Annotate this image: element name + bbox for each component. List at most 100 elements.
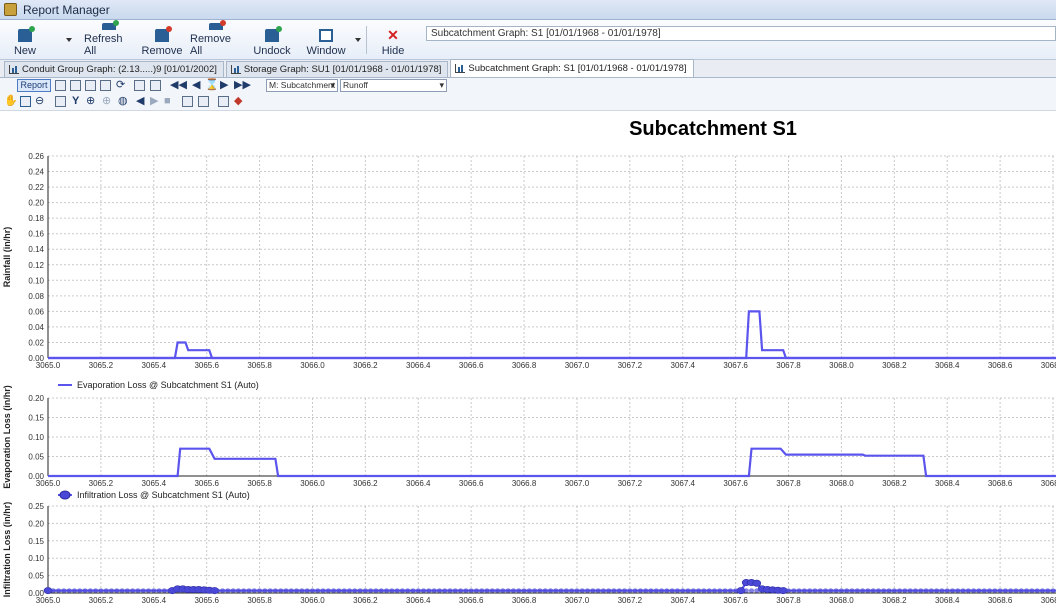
x-tick-label: 3065.8	[247, 596, 272, 605]
data-point	[701, 588, 707, 593]
next-record-icon[interactable]: ▶	[220, 80, 228, 91]
series-line	[48, 447, 1056, 478]
data-point	[225, 588, 231, 593]
y-axis-label: Infiltration Loss (in/hr)	[2, 502, 12, 598]
data-point	[172, 588, 178, 593]
data-point	[77, 588, 83, 593]
data-point	[399, 588, 405, 593]
data-point	[325, 588, 331, 593]
data-point	[537, 588, 543, 593]
undock-label: Undock	[253, 45, 291, 57]
x-tick-label: 3066.8	[512, 479, 537, 488]
y-axis-label: Evaporation Loss (in/hr)	[2, 385, 12, 489]
zoom-x-icon[interactable]	[55, 96, 66, 107]
zoom-in-icon[interactable]	[20, 96, 31, 107]
data-point	[495, 588, 501, 593]
data-point	[426, 588, 432, 593]
data-point	[907, 588, 913, 593]
refresh-icon[interactable]: ⟳	[116, 80, 125, 91]
hide-button[interactable]: ✕ Hide	[378, 23, 408, 57]
tab-conduit-group-graph[interactable]: Conduit Group Graph: (2.13.....)9 [01/01…	[4, 61, 224, 77]
data-point	[93, 588, 99, 593]
data-point	[521, 588, 527, 593]
x-tick-label: 3068.4	[935, 479, 960, 488]
remove-button[interactable]: Remove	[142, 23, 182, 57]
copy-icon[interactable]	[182, 96, 193, 107]
x-tick-label: 3068.4	[935, 596, 960, 605]
x-tick-label: 3066.2	[353, 479, 378, 488]
data-point	[590, 588, 596, 593]
x-tick-label: 3065.0	[36, 596, 61, 605]
properties-icon[interactable]	[218, 96, 229, 107]
report-tabs: Conduit Group Graph: (2.13.....)9 [01/01…	[0, 59, 1056, 78]
step-back-icon[interactable]: ◀	[136, 96, 144, 107]
x-tick-label: 3065.6	[194, 361, 219, 370]
data-point	[246, 588, 252, 593]
main-toolbar: New Refresh All Remove Remove All Undock…	[0, 20, 1056, 60]
save-icon[interactable]	[85, 80, 96, 91]
hide-icon: ✕	[387, 27, 399, 43]
data-point	[410, 588, 416, 593]
data-point	[752, 579, 762, 587]
refresh-all-button[interactable]: Refresh All	[84, 20, 134, 57]
graph-tab-icon	[230, 65, 241, 74]
email-icon[interactable]	[150, 80, 161, 91]
remove-all-button[interactable]: Remove All	[190, 20, 242, 57]
y-tick-label: 0.20	[28, 394, 44, 403]
first-record-icon[interactable]: ◀◀	[170, 80, 187, 91]
remove-icon	[155, 26, 172, 42]
result-type-combo[interactable]: Runoff	[340, 79, 447, 92]
new-button[interactable]: New	[10, 23, 40, 57]
model-combo[interactable]: M: Subcatchment S	[266, 79, 338, 92]
chart-title: Subcatchment S1	[629, 118, 797, 140]
data-point	[315, 588, 321, 593]
last-record-icon[interactable]: ▶▶	[234, 80, 251, 91]
data-point	[600, 588, 606, 593]
data-point	[992, 588, 998, 593]
chart-settings-icon[interactable]	[55, 80, 66, 91]
data-point	[320, 588, 326, 593]
window-button[interactable]: Window	[306, 23, 346, 57]
data-point	[770, 588, 776, 593]
zoom-y-icon[interactable]: Y	[72, 96, 79, 107]
data-point	[114, 588, 120, 593]
save-as-icon[interactable]	[100, 80, 111, 91]
report-selector[interactable]: Subcatchment Graph: S1 [01/01/1968 - 01/…	[426, 26, 1056, 41]
data-point	[1050, 588, 1056, 593]
report-button[interactable]: Report	[17, 79, 51, 92]
pan-hand-icon[interactable]: ✋	[4, 96, 18, 107]
new-dropdown-arrow-icon[interactable]	[66, 38, 72, 42]
window-dropdown-arrow-icon[interactable]	[355, 38, 361, 42]
x-tick-label: 3065.6	[194, 479, 219, 488]
copy-chart-icon[interactable]	[70, 80, 81, 91]
data-point	[664, 588, 670, 593]
zoom-previous-icon[interactable]: ⊕	[102, 96, 111, 107]
x-tick-label: 3066.4	[406, 596, 431, 605]
y-tick-label: 0.15	[28, 414, 44, 423]
globe-icon[interactable]: ◍	[118, 96, 128, 107]
legend-marker	[59, 490, 71, 500]
export-icon[interactable]	[134, 80, 145, 91]
data-point	[928, 588, 934, 593]
time-slider-icon[interactable]: ⌛	[205, 80, 219, 91]
play-icon[interactable]: ▶	[150, 96, 158, 107]
zoom-out-icon[interactable]: ⊖	[35, 96, 44, 107]
data-point	[870, 588, 876, 593]
print-icon[interactable]	[198, 96, 209, 107]
eraser-icon[interactable]: ◆	[234, 96, 242, 107]
data-point	[262, 588, 268, 593]
data-point	[193, 588, 199, 593]
previous-record-icon[interactable]: ◀	[192, 80, 200, 91]
data-point	[838, 588, 845, 593]
tab-storage-graph[interactable]: Storage Graph: SU1 [01/01/1968 - 01/01/1…	[225, 61, 449, 77]
data-point	[394, 588, 400, 593]
x-tick-label: 3066.4	[406, 361, 431, 370]
window-title: Report Manager	[23, 2, 110, 17]
tab-subcatchment-graph[interactable]: Subcatchment Graph: S1 [01/01/1968 - 01/…	[450, 59, 694, 77]
zoom-extent-icon[interactable]: ⊕	[86, 96, 95, 107]
x-tick-label: 3068.2	[882, 361, 907, 370]
y-tick-label: 0.25	[28, 502, 44, 511]
stop-icon[interactable]: ■	[164, 96, 171, 107]
undock-button[interactable]: Undock	[252, 23, 292, 57]
x-tick-label: 3067.0	[565, 361, 590, 370]
